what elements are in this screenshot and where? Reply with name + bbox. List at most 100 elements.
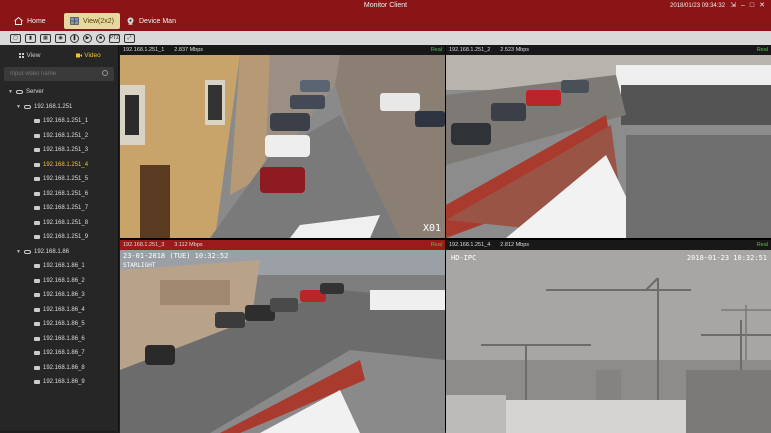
collapse-arrow-icon[interactable]: ▼ (8, 89, 13, 95)
stop-icon[interactable]: ■ (96, 33, 105, 43)
video-feed-skyline-cranes: HD-IPC 2018-01-23 10:32:51 (446, 250, 771, 433)
nav-tab-view-label: View(2x2) (83, 17, 114, 25)
pane-header: 192.168.1.251_2 2.523 Mbps Real (446, 45, 771, 55)
server-1-channels: 192.168.1.251_1 192.168.1.251_2 192.168.1.… (0, 114, 118, 245)
pane-bitrate: 2.812 Mbps (500, 242, 530, 248)
channel-item[interactable]: 192.168.1.86_9 (0, 375, 118, 390)
channel-item[interactable]: 192.168.1.86_2 (0, 274, 118, 289)
camera-icon (34, 191, 40, 196)
sidebar: View Video ▼ Server ▼ 192.168.1.251 192.… (0, 45, 119, 431)
channel-item[interactable]: 192.168.1.86_4 (0, 303, 118, 318)
tree-server-1[interactable]: ▼ 192.168.1.251 (0, 100, 118, 115)
fullscreen-icon[interactable]: ⤢ (124, 33, 135, 43)
tree-root-label: Server (26, 89, 44, 96)
channel-item[interactable]: 192.168.1.251_4 (0, 158, 118, 173)
channel-label: 192.168.1.251_1 (43, 118, 89, 125)
channel-label: 192.168.1.86_1 (43, 263, 85, 270)
pane-status: Real (756, 47, 768, 53)
pane-channel: 192.168.1.251_1 (123, 47, 165, 53)
channel-label: 192.168.1.86_8 (43, 364, 85, 371)
channel-item[interactable]: 192.168.1.86_6 (0, 332, 118, 347)
collapse-arrow-icon[interactable]: ▼ (16, 104, 21, 110)
toolbar: ▢ ▮ ▦ ◉ ❚ ▶ ■ PTZ ⤢ (0, 31, 771, 45)
server-icon (24, 104, 31, 109)
channel-item[interactable]: 192.168.1.86_3 (0, 288, 118, 303)
channel-label: 192.168.1.251_7 (43, 205, 89, 212)
camera-icon (34, 133, 40, 138)
channel-label: 192.168.1.251_8 (43, 219, 89, 226)
camera-icon (34, 336, 40, 341)
tab-video[interactable]: Video (59, 45, 118, 65)
channel-label: 192.168.1.251_4 (43, 161, 89, 168)
camera-icon (34, 148, 40, 153)
play-icon[interactable]: ▶ (83, 33, 92, 43)
channel-item[interactable]: 192.168.1.251_1 (0, 114, 118, 129)
video-tab-icon (76, 53, 83, 58)
camera-icon (34, 235, 40, 240)
tree-server-2[interactable]: ▼ 192.168.1.86 (0, 245, 118, 260)
channel-item[interactable]: 192.168.1.251_6 (0, 187, 118, 202)
nav-tab-home-label: Home (27, 17, 46, 25)
record-icon[interactable]: ▮ (25, 33, 36, 43)
channel-label: 192.168.1.86_4 (43, 306, 85, 313)
layout-grid-icon[interactable]: ▦ (40, 33, 51, 43)
channel-label: 192.168.1.251_2 (43, 132, 89, 139)
snapshot-icon[interactable]: ◉ (55, 33, 66, 43)
server-icon (24, 249, 31, 254)
close-icon[interactable]: ✕ (759, 2, 765, 9)
pause-icon[interactable]: ❚ (70, 33, 79, 43)
collapse-arrow-icon[interactable]: ▼ (16, 249, 21, 255)
channel-item[interactable]: 192.168.1.251_7 (0, 201, 118, 216)
channel-item[interactable]: 192.168.1.86_1 (0, 259, 118, 274)
channel-item[interactable]: 192.168.1.251_8 (0, 216, 118, 231)
channel-item[interactable]: 192.168.1.251_2 (0, 129, 118, 144)
maximize-icon[interactable]: □ (750, 2, 754, 9)
channel-item[interactable]: 192.168.1.86_8 (0, 361, 118, 376)
channel-label: 192.168.1.251_6 (43, 190, 89, 197)
channel-item[interactable]: 192.168.1.251_9 (0, 230, 118, 245)
pane-bitrate: 2.523 Mbps (500, 47, 530, 53)
search-input[interactable] (4, 67, 94, 81)
camera-icon (34, 365, 40, 370)
nav-tab-home[interactable]: Home (8, 13, 52, 29)
camera-icon (34, 177, 40, 182)
channel-label: 192.168.1.86_5 (43, 321, 85, 328)
video-pane-4[interactable]: 192.168.1.251_4 2.812 Mbps Real HD-IPC 2… (446, 240, 771, 433)
view-tab-icon (18, 52, 24, 58)
ptz-button[interactable]: PTZ (109, 33, 120, 43)
nav-tab-device-label: Device Man (139, 17, 176, 25)
tree-server-1-label: 192.168.1.251 (34, 103, 73, 110)
camera-icon (34, 220, 40, 225)
layout-1-icon[interactable]: ▢ (10, 33, 21, 43)
channel-item[interactable]: 192.168.1.251_5 (0, 172, 118, 187)
tree-root[interactable]: ▼ Server (0, 85, 118, 100)
video-pane-3[interactable]: 192.168.1.251_3 3.112 Mbps Real 23-01-20… (120, 240, 445, 433)
channel-label: 192.168.1.86_2 (43, 277, 85, 284)
camera-icon (34, 351, 40, 356)
pane-overlay-datetime: 2018-01-23 10:32:51 (686, 254, 767, 262)
pane-header: 192.168.1.251_4 2.812 Mbps Real (446, 240, 771, 250)
pane-overlay-id: X01 (422, 223, 441, 234)
pane-status: Real (430, 242, 442, 248)
tab-view[interactable]: View (0, 45, 59, 65)
video-pane-2[interactable]: 192.168.1.251_2 2.523 Mbps Real (446, 45, 771, 238)
camera-icon (34, 119, 40, 124)
logout-icon[interactable]: ⇲ (730, 2, 736, 9)
channel-item[interactable]: 192.168.1.86_5 (0, 317, 118, 332)
search-icon[interactable] (102, 70, 108, 76)
pane-overlay-timestamp: 23-01-2018 (TUE) 10:32:52 (123, 252, 229, 260)
channel-label: 192.168.1.251_5 (43, 176, 89, 183)
channel-item[interactable]: 192.168.1.251_3 (0, 143, 118, 158)
nav-tab-view[interactable]: View(2x2) (64, 13, 120, 29)
pane-status: Real (756, 242, 768, 248)
pane-header: 192.168.1.251_1 2.837 Mbps Real (120, 45, 445, 55)
pane-channel: 192.168.1.251_3 (123, 242, 165, 248)
channel-label: 192.168.1.86_3 (43, 292, 85, 299)
channel-label: 192.168.1.251_9 (43, 234, 89, 241)
minimize-icon[interactable]: – (741, 2, 745, 9)
nav-tab-device[interactable]: Device Man (120, 13, 182, 29)
home-icon (14, 16, 23, 25)
video-pane-1[interactable]: 192.168.1.251_1 2.837 Mbps Real X01 (120, 45, 445, 238)
server-2-channels: 192.168.1.86_1 192.168.1.86_2 192.168.1.86… (0, 259, 118, 390)
channel-item[interactable]: 192.168.1.86_7 (0, 346, 118, 361)
